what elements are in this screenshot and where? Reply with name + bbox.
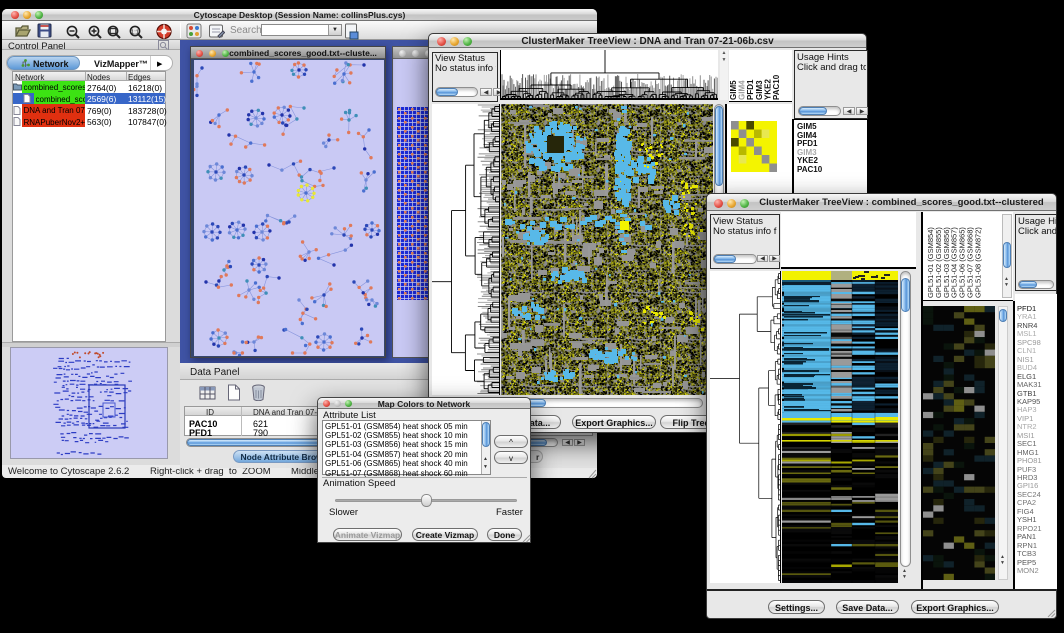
svg-text:1:1: 1:1 <box>131 29 139 35</box>
svg-text:GPL51-08 (GSM872): GPL51-08 (GSM872) <box>973 227 982 298</box>
svg-text:PAC10: PAC10 <box>772 74 781 100</box>
